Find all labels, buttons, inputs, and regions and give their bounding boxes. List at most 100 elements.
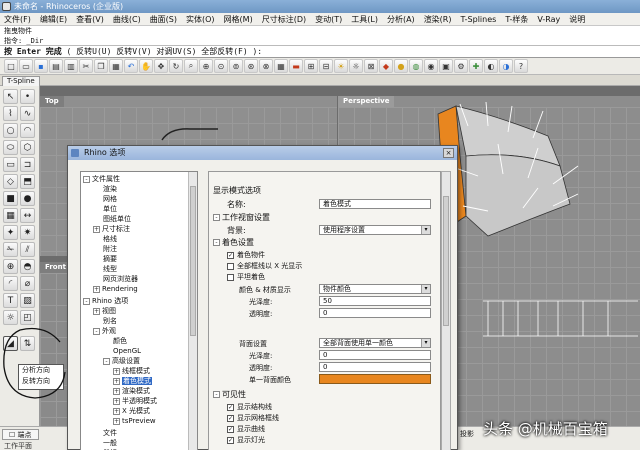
color-wheel-icon[interactable]: ◍ (409, 59, 423, 73)
tree-item-notes[interactable]: 附注 (103, 244, 117, 254)
tree-item-aliases[interactable]: 别名 (103, 316, 117, 326)
show-mesh-wireframe-checkbox[interactable]: ✓ 显示网格框线 (227, 413, 279, 423)
render-sphere-icon[interactable]: ● (394, 59, 408, 73)
tree-item-shaded-mode-selected[interactable]: + 着色模式 (113, 376, 152, 386)
back-gloss-input[interactable]: 0 (319, 350, 431, 360)
tree-item-view[interactable]: + 视图 (93, 306, 116, 316)
tree-item-rendering[interactable]: + Rendering (93, 284, 138, 294)
analyze-icon[interactable]: ⌀ (20, 276, 35, 291)
lock-icon[interactable]: ⊠ (364, 59, 378, 73)
arc-icon[interactable]: ◠ (20, 123, 35, 138)
collapse-icon[interactable]: - (213, 214, 220, 221)
flat-shading-checkbox[interactable]: 平坦着色 (227, 272, 265, 282)
expand-icon[interactable]: + (113, 367, 120, 375)
expand-icon[interactable]: + (93, 307, 100, 315)
properties-icon[interactable]: ▣ (439, 59, 453, 73)
transparency-input[interactable]: 0 (319, 308, 431, 318)
checkmark-icon[interactable]: ✓ (227, 403, 234, 411)
tree-item-appearance[interactable]: - 外观 (93, 326, 116, 336)
tree-item-advanced[interactable]: - 高级设置 (103, 356, 140, 366)
surface-icon[interactable]: ◇ (3, 174, 18, 189)
zoom-window-icon[interactable]: ⊕ (199, 59, 213, 73)
chevron-down-icon[interactable]: ▾ (421, 339, 430, 347)
join-icon[interactable]: ⊕ (3, 259, 18, 274)
collapse-icon[interactable]: - (103, 357, 110, 365)
backface-select[interactable]: 全部背面使用单一颜色 ▾ (319, 338, 431, 348)
collapse-icon[interactable]: - (83, 175, 90, 183)
explode-icon[interactable]: ✷ (20, 225, 35, 240)
menu-curve[interactable]: 曲线(C) (113, 14, 141, 25)
project-toggle[interactable]: 投影 (460, 429, 474, 439)
zoom-icon[interactable]: ⌕ (184, 59, 198, 73)
tree-item-dimensions[interactable]: + 尺寸标注 (93, 224, 130, 234)
collapse-icon[interactable]: - (213, 239, 220, 246)
tree-item-tspreview[interactable]: + tsPreview (113, 416, 156, 426)
text-icon[interactable]: T (3, 293, 18, 308)
light-bulb-icon[interactable]: ☀ (334, 59, 348, 73)
copy-icon[interactable]: ❐ (94, 59, 108, 73)
zoom-dynamic-icon[interactable]: ⊙ (214, 59, 228, 73)
shade-objects-checkbox[interactable]: ✓ 着色物件 (227, 250, 265, 260)
section-viewport-settings[interactable]: - 工作视窗设置 (213, 213, 270, 223)
collapse-icon[interactable]: - (83, 297, 90, 305)
tree-item-files[interactable]: 文件 (103, 428, 117, 438)
tree-item-document-properties[interactable]: - 文件属性 (83, 174, 120, 184)
all-wireframe-xray-checkbox[interactable]: 全部框线以 X 光显示 (227, 261, 302, 271)
layers-icon[interactable]: ◆ (379, 59, 393, 73)
expand-icon[interactable]: + (113, 387, 120, 395)
dialog-title-bar[interactable]: Rhino 选项 × (68, 146, 457, 160)
dimension-icon[interactable]: ↔ (20, 208, 35, 223)
tree-item-web-browser[interactable]: 网页浏览器 (103, 274, 138, 284)
offset-icon[interactable]: ⊐ (20, 157, 35, 172)
tree-item-units[interactable]: 单位 (103, 204, 117, 214)
show-lights-checkbox[interactable]: ✓ 显示灯光 (227, 435, 265, 445)
tree-item-colors[interactable]: 颜色 (113, 336, 127, 346)
options-icon[interactable]: ⚙ (454, 59, 468, 73)
tree-item-render[interactable]: 渲染 (103, 184, 117, 194)
name-input[interactable]: 着色模式 (319, 199, 431, 209)
zoom-selected-icon[interactable]: ⊛ (244, 59, 258, 73)
command-prompt[interactable]: 按 Enter 完成 ( 反转U(U) 反转V(V) 对调UV(S) 全部反转(… (0, 46, 640, 58)
tree-item-rendered-mode[interactable]: + 渲染模式 (113, 386, 150, 396)
show-curves-checkbox[interactable]: ✓ 显示曲线 (227, 424, 265, 434)
undo-icon[interactable]: ↶ (124, 59, 138, 73)
tree-item-linetypes[interactable]: 线型 (103, 264, 117, 274)
point-icon[interactable]: • (20, 89, 35, 104)
menu-transform[interactable]: 变动(T) (315, 14, 342, 25)
save-icon[interactable]: ▪ (34, 59, 48, 73)
layout-icon[interactable]: ⊟ (319, 59, 333, 73)
solid-box-icon[interactable]: ■ (3, 191, 18, 206)
paste-icon[interactable]: ▦ (109, 59, 123, 73)
viewport-title-top[interactable]: Top (40, 96, 64, 107)
boolean-icon[interactable]: ◓ (20, 259, 35, 274)
open-folder-icon[interactable]: ▭ (19, 59, 33, 73)
tab-tspline[interactable]: T-Spline (2, 76, 40, 86)
grid-icon[interactable]: ▦ (274, 59, 288, 73)
section-shading-settings[interactable]: - 着色设置 (213, 238, 254, 248)
tree-item-layout-units[interactable]: 图纸单位 (103, 214, 131, 224)
gloss-input[interactable]: 50 (319, 296, 431, 306)
hatch-icon[interactable]: ▨ (20, 293, 35, 308)
car-icon[interactable]: ▬ (289, 59, 303, 73)
checkmark-icon[interactable]: ✓ (227, 414, 234, 422)
circle-icon[interactable]: ○ (3, 123, 18, 138)
menu-edit[interactable]: 编辑(E) (40, 14, 67, 25)
pan-hand-icon[interactable]: ✋ (139, 59, 153, 73)
tree-item-xray-mode[interactable]: + X 光模式 (113, 406, 150, 416)
menu-tsplines[interactable]: T-Splines (461, 15, 497, 24)
show-structure-lines-checkbox[interactable]: ✓ 显示结构线 (227, 402, 272, 412)
shade-icon[interactable]: ◐ (484, 59, 498, 73)
menu-file[interactable]: 文件(F) (4, 14, 31, 25)
checkmark-icon[interactable]: ✓ (227, 436, 234, 444)
cplane-icon[interactable]: ⊞ (304, 59, 318, 73)
render-preview-icon[interactable]: ◑ (499, 59, 513, 73)
curve-icon[interactable]: ∿ (20, 106, 35, 121)
menu-tools[interactable]: 工具(L) (351, 14, 378, 25)
menu-mesh[interactable]: 网格(M) (224, 14, 253, 25)
menu-vray[interactable]: V-Ray (537, 15, 560, 24)
menu-help[interactable]: 说明 (569, 14, 585, 25)
ellipse-icon[interactable]: ⬭ (3, 140, 18, 155)
tree-item-summary[interactable]: 摘要 (103, 254, 117, 264)
checkbox-empty-icon[interactable] (227, 262, 234, 270)
tree-item-wireframe-mode[interactable]: + 线框模式 (113, 366, 150, 376)
